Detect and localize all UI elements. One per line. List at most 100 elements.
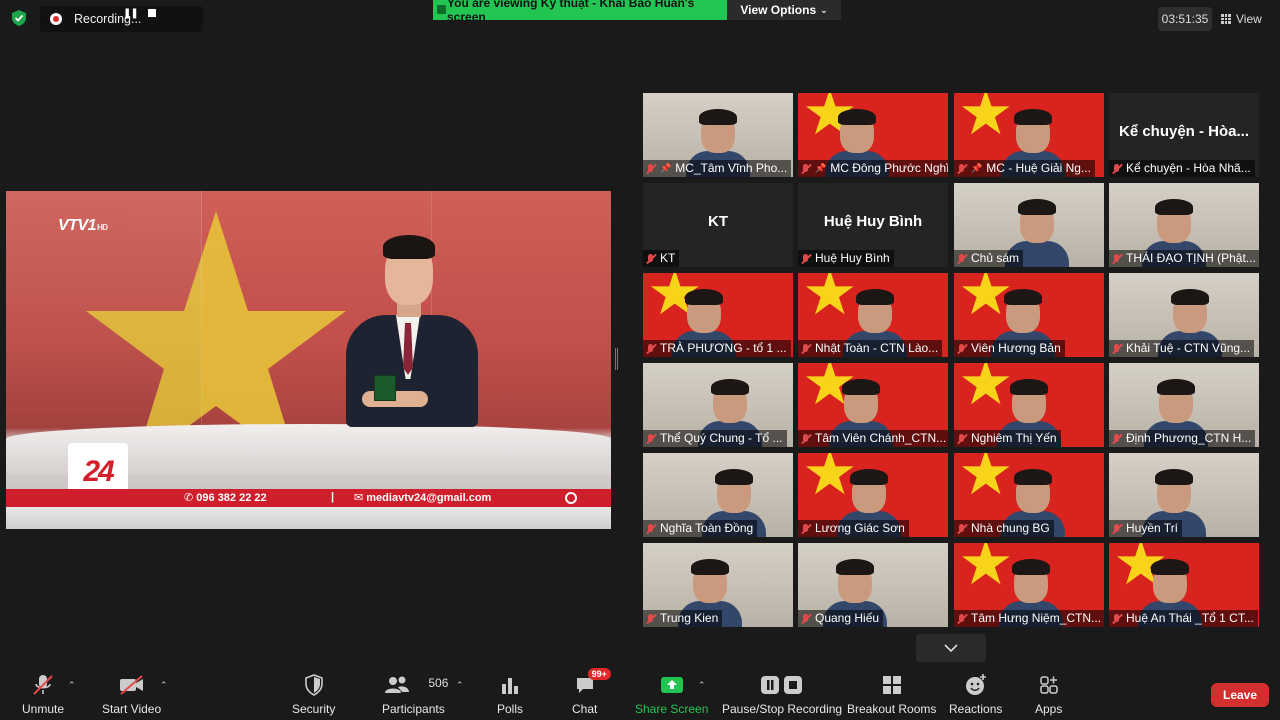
- pause-stop-recording-label: Pause/Stop Recording: [722, 702, 843, 716]
- participant-tile[interactable]: Huyền Trí: [1109, 453, 1259, 537]
- share-indicator-icon: [437, 5, 446, 14]
- participant-tile[interactable]: Nhật Toàn - CTN Lào...: [798, 273, 948, 357]
- participant-name: Tâm Viên Chánh_CTN...: [815, 431, 947, 445]
- pause-recording-icon[interactable]: ❚❚: [123, 8, 139, 19]
- participant-tile[interactable]: Tâm Viên Chánh_CTN...: [798, 363, 948, 447]
- participant-tile[interactable]: Lương Giác Sơn: [798, 453, 948, 537]
- view-layout-button[interactable]: View: [1221, 7, 1271, 31]
- audio-options-chevron-icon[interactable]: ⌃: [68, 680, 76, 691]
- participant-display-name: Huệ Huy Bình: [823, 213, 923, 230]
- participant-face: [685, 289, 723, 333]
- participant-face: [1004, 289, 1042, 333]
- participant-name: THÁI ĐẠO TỊNH (Phật...: [1126, 251, 1256, 265]
- participant-tile[interactable]: TRÀ PHƯƠNG - tổ 1 ...: [643, 273, 793, 357]
- participant-name-label: 📌 MC_Tâm Vĩnh Pho...: [643, 160, 792, 177]
- circle-icon: [565, 492, 577, 504]
- email-contact: ✉ mediavtv24@gmail.com: [354, 492, 492, 504]
- muted-mic-icon: [956, 163, 967, 175]
- reactions-label: Reactions: [949, 702, 1003, 716]
- security-button[interactable]: Security: [292, 672, 335, 716]
- unmute-button[interactable]: Unmute: [22, 672, 64, 716]
- participant-name-label: Nhà chung BG: [954, 520, 1054, 537]
- participant-face: [836, 559, 874, 603]
- grid-icon: [1221, 14, 1231, 24]
- muted-mic-icon: [645, 253, 656, 265]
- view-options-button[interactable]: View Options ⌄: [727, 0, 841, 20]
- participant-tile[interactable]: Nghiêm Thị Yến: [954, 363, 1104, 447]
- muted-mic-icon: [645, 343, 656, 355]
- participant-tile[interactable]: Khải Tuệ - CTN Vũng...: [1109, 273, 1259, 357]
- muted-mic-icon: [1111, 523, 1122, 535]
- participants-icon: 506: [384, 672, 448, 698]
- apps-button[interactable]: Apps: [1035, 672, 1062, 716]
- security-label: Security: [292, 702, 336, 716]
- participant-name-label: Viên Hương Bản: [954, 340, 1065, 357]
- share-screen-button[interactable]: Share Screen: [635, 672, 708, 716]
- participant-name-label: Kể chuyện - Hòa Nhã...: [1109, 160, 1255, 177]
- contact-ticker: ✆ 096 382 22 22 | ✉ mediavtv24@gmail.com: [6, 489, 611, 507]
- participant-face: [1157, 379, 1195, 423]
- pause-stop-recording-button[interactable]: Pause/Stop Recording: [722, 672, 842, 716]
- stop-recording-icon[interactable]: [148, 9, 156, 17]
- participant-tile[interactable]: Nhà chung BG: [954, 453, 1104, 537]
- channel-logo: VTV1HD: [58, 217, 108, 235]
- polls-label: Polls: [497, 702, 524, 716]
- split-divider-handle[interactable]: [615, 348, 618, 370]
- participant-tile[interactable]: THÁI ĐẠO TỊNH (Phật...: [1109, 183, 1259, 267]
- pin-icon: 📌: [971, 163, 983, 173]
- participant-display-name: KT: [708, 213, 728, 230]
- participant-name: Huệ Huy Bình: [815, 251, 890, 265]
- participant-name: TRÀ PHƯƠNG - tổ 1 ...: [660, 341, 787, 355]
- participant-tile[interactable]: Định Phương_CTN H...: [1109, 363, 1259, 447]
- participant-tile[interactable]: Viên Hương Bản: [954, 273, 1104, 357]
- participant-name: Tâm Hưng Niệm_CTN...: [971, 611, 1102, 625]
- passport-image: [374, 375, 396, 401]
- participant-name-label: Tâm Viên Chánh_CTN...: [798, 430, 948, 447]
- muted-mic-icon: [645, 523, 656, 535]
- leave-button[interactable]: Leave: [1211, 683, 1269, 707]
- polls-button[interactable]: Polls: [497, 672, 523, 716]
- participant-name-label: 📌 MC Đông Phước Nghĩa: [798, 160, 948, 177]
- video-options-chevron-icon[interactable]: ⌃: [160, 680, 168, 691]
- participant-tile[interactable]: 📌 MC_Tâm Vĩnh Pho...: [643, 93, 793, 177]
- participant-tile[interactable]: Tâm Hưng Niệm_CTN...: [954, 543, 1104, 627]
- participant-name-label: Khải Tuệ - CTN Vũng...: [1109, 340, 1255, 357]
- participants-button[interactable]: 506 Participants: [382, 672, 448, 716]
- participant-display-name: Kể chuyện - Hòa...: [1118, 123, 1250, 140]
- participant-name-label: Huyền Trí: [1109, 520, 1183, 537]
- muted-microphone-icon: [31, 672, 55, 698]
- participants-options-chevron-icon[interactable]: ⌃: [456, 680, 464, 691]
- muted-mic-icon: [645, 163, 656, 175]
- shared-screen-footer: [6, 507, 611, 529]
- anchor-hair: [383, 235, 435, 259]
- participant-name-label: Trung Kien: [643, 610, 723, 627]
- participant-face: [1018, 199, 1056, 243]
- participant-name: Quang Hiếu: [815, 611, 880, 625]
- breakout-rooms-button[interactable]: Breakout Rooms: [847, 672, 936, 716]
- participant-tile[interactable]: 📌MC Đông Phước Nghĩa: [798, 93, 948, 177]
- participant-tile[interactable]: Huệ Huy Bình Huệ Huy Bình: [798, 183, 948, 267]
- participant-tile[interactable]: Quang Hiếu: [798, 543, 948, 627]
- muted-mic-icon: [800, 343, 811, 355]
- participant-tile[interactable]: Trung Kien: [643, 543, 793, 627]
- share-options-chevron-icon[interactable]: ⌃: [698, 680, 706, 691]
- muted-mic-icon: [1111, 253, 1122, 265]
- gallery-next-page-button[interactable]: [916, 634, 986, 662]
- participant-tile[interactable]: Kể chuyện - Hòa... Kể chuyện - Hòa Nhã...: [1109, 93, 1259, 177]
- unmute-label: Unmute: [22, 702, 65, 716]
- security-shield-icon[interactable]: [10, 9, 28, 27]
- pause-stop-icon: [759, 672, 805, 698]
- reactions-button[interactable]: Reactions: [949, 672, 1002, 716]
- participant-tile[interactable]: Nghĩa Toàn Đồng: [643, 453, 793, 537]
- participant-tile[interactable]: Huệ An Thái _Tổ 1 CT...: [1109, 543, 1259, 627]
- chat-button[interactable]: 99+ Chat: [572, 668, 611, 716]
- participant-name-label: Huệ An Thái _Tổ 1 CT...: [1109, 610, 1258, 627]
- participant-tile[interactable]: Chủ sám: [954, 183, 1104, 267]
- start-video-button[interactable]: Start Video: [102, 672, 161, 716]
- participant-tile[interactable]: Thể Quý Chung - Tổ ...: [643, 363, 793, 447]
- participant-tile[interactable]: KT KT: [643, 183, 793, 267]
- participant-face: [1012, 559, 1050, 603]
- participant-tile[interactable]: 📌MC - Huệ Giải Ng...: [954, 93, 1104, 177]
- participant-name-label: Chủ sám: [954, 250, 1024, 267]
- muted-mic-icon: [800, 163, 811, 175]
